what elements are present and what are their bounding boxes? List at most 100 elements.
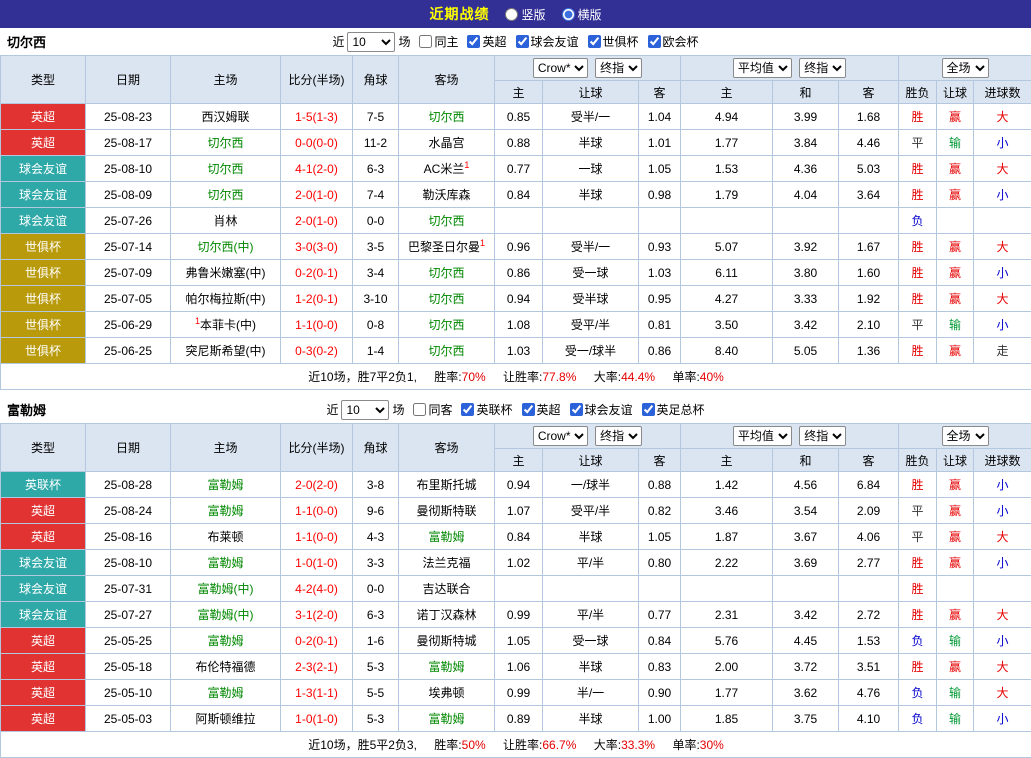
avg-header: 平均值 终指 [681, 424, 899, 449]
away-team-cell: 切尔西 [399, 338, 495, 364]
score-cell: 0-2(0-1) [281, 260, 353, 286]
same-venue-checkbox[interactable]: 同主 [419, 33, 458, 50]
odds-stage-select[interactable]: 终指 [595, 58, 642, 78]
match-row: 英超 25-05-25 富勒姆 0-2(0-1) 1-6 曼彻斯特城 1.05 … [1, 628, 1031, 654]
avg-home-cell: 1.85 [681, 706, 773, 732]
league-checkbox-1[interactable]: 英超 [522, 401, 561, 418]
subheader-goals: 进球数 [974, 449, 1031, 472]
win-rate: 胜率:70% [434, 370, 485, 384]
league-checkbox-0[interactable]: 英超 [467, 33, 506, 50]
near-label: 近 [326, 401, 338, 418]
away-team-cell: 水晶宫 [399, 130, 495, 156]
result-cell: 胜 [899, 104, 937, 130]
odds-away-cell: 0.81 [639, 312, 681, 338]
odds-stage-select[interactable]: 终指 [595, 426, 642, 446]
vertical-radio[interactable] [505, 8, 518, 21]
near-label: 近 [332, 33, 344, 50]
same-venue-input[interactable] [413, 403, 426, 416]
odds-away-cell: 0.93 [639, 234, 681, 260]
date-cell: 25-08-10 [86, 550, 171, 576]
handicap-result-cell: 赢 [937, 338, 974, 364]
match-row: 英超 25-05-10 富勒姆 1-3(1-1) 5-5 埃弗顿 0.99 半/… [1, 680, 1031, 706]
score-cell: 1-3(1-1) [281, 680, 353, 706]
odds-company-select[interactable]: Crow* [533, 426, 588, 446]
avg-away-cell: 2.10 [839, 312, 899, 338]
handicap-cell: 平/半 [543, 550, 639, 576]
league-checkbox-3[interactable]: 英足总杯 [642, 401, 705, 418]
corner-cell: 1-4 [353, 338, 399, 364]
corner-cell: 3-5 [353, 234, 399, 260]
away-team-cell: 富勒姆 [399, 524, 495, 550]
league-input-2[interactable] [588, 35, 601, 48]
league-input-3[interactable] [642, 403, 655, 416]
odds-home-cell: 0.96 [495, 234, 543, 260]
same-venue-input[interactable] [419, 35, 432, 48]
match-row: 世俱杯 25-07-14 切尔西(中) 3-0(3-0) 3-5 巴黎圣日尔曼1… [1, 234, 1031, 260]
avg-home-cell: 1.42 [681, 472, 773, 498]
chelsea-results-table: 类型 日期 主场 比分(半场) 角球 客场 Crow* 终指 平均值 终指 全场 [0, 55, 1031, 390]
score-cell: 1-1(0-0) [281, 312, 353, 338]
competition-badge: 英超 [1, 130, 86, 156]
league-checkbox-0[interactable]: 英联杯 [461, 401, 512, 418]
corner-cell: 3-10 [353, 286, 399, 312]
odds-company-select[interactable]: Crow* [533, 58, 588, 78]
subheader-handicap: 让球 [543, 81, 639, 104]
league-input-3[interactable] [648, 35, 661, 48]
league-checkbox-3[interactable]: 欧会杯 [648, 33, 699, 50]
competition-badge: 世俱杯 [1, 338, 86, 364]
handicap-cell: 受平/半 [543, 498, 639, 524]
scope-select[interactable]: 全场 [942, 58, 989, 78]
corner-cell: 4-3 [353, 524, 399, 550]
topbar: 近期战绩 竖版 横版 [0, 0, 1031, 28]
match-row: 世俱杯 25-07-05 帕尔梅拉斯(中) 1-2(0-1) 3-10 切尔西 … [1, 286, 1031, 312]
league-input-2[interactable] [570, 403, 583, 416]
subheader-handicap-result: 让球 [937, 81, 974, 104]
odds-away-cell: 1.01 [639, 130, 681, 156]
odds-header: Crow* 终指 [495, 424, 681, 449]
scope-select[interactable]: 全场 [942, 426, 989, 446]
avg-select[interactable]: 平均值 [733, 426, 792, 446]
league-checkbox-1[interactable]: 球会友谊 [516, 33, 579, 50]
avg-select[interactable]: 平均值 [733, 58, 792, 78]
league-checkbox-2[interactable]: 球会友谊 [570, 401, 633, 418]
avg-draw-cell: 3.42 [773, 312, 839, 338]
result-cell: 胜 [899, 550, 937, 576]
match-count-select[interactable]: 10 [341, 400, 389, 420]
layout-horizontal-option[interactable]: 横版 [562, 6, 602, 23]
league-input-0[interactable] [461, 403, 474, 416]
layout-vertical-option[interactable]: 竖版 [505, 6, 545, 23]
league-input-1[interactable] [516, 35, 529, 48]
away-team-cell: AC米兰1 [399, 156, 495, 182]
result-cell: 胜 [899, 654, 937, 680]
header-corner: 角球 [353, 424, 399, 472]
handicap-cell: 受半/一 [543, 104, 639, 130]
home-team-cell: 帕尔梅拉斯(中) [171, 286, 281, 312]
odds-home-cell: 0.77 [495, 156, 543, 182]
avg-stage-select[interactable]: 终指 [799, 426, 846, 446]
corner-cell: 6-3 [353, 602, 399, 628]
avg-home-cell: 1.87 [681, 524, 773, 550]
avg-draw-cell [773, 576, 839, 602]
away-team-cell: 曼彻斯特联 [399, 498, 495, 524]
league-checkbox-2[interactable]: 世俱杯 [588, 33, 639, 50]
header-row-1: 类型 日期 主场 比分(半场) 角球 客场 Crow* 终指 平均值 终指 全场 [1, 56, 1031, 81]
header-date: 日期 [86, 56, 171, 104]
home-team-cell: 肖林 [171, 208, 281, 234]
score-cell: 1-1(0-0) [281, 498, 353, 524]
match-count-select[interactable]: 10 [347, 32, 395, 52]
result-cell: 平 [899, 498, 937, 524]
same-venue-checkbox[interactable]: 同客 [413, 401, 452, 418]
league-input-0[interactable] [467, 35, 480, 48]
league-input-1[interactable] [522, 403, 535, 416]
horizontal-radio[interactable] [562, 8, 575, 21]
competition-badge: 英超 [1, 654, 86, 680]
handicap-result-cell: 赢 [937, 550, 974, 576]
avg-stage-select[interactable]: 终指 [799, 58, 846, 78]
goals-result-cell: 小 [974, 706, 1031, 732]
corner-cell: 5-3 [353, 654, 399, 680]
avg-home-cell: 8.40 [681, 338, 773, 364]
corner-cell: 1-6 [353, 628, 399, 654]
avg-home-cell: 5.76 [681, 628, 773, 654]
handicap-result-cell [937, 576, 974, 602]
match-row: 球会友谊 25-07-31 富勒姆(中) 4-2(4-0) 0-0 吉达联合 胜 [1, 576, 1031, 602]
